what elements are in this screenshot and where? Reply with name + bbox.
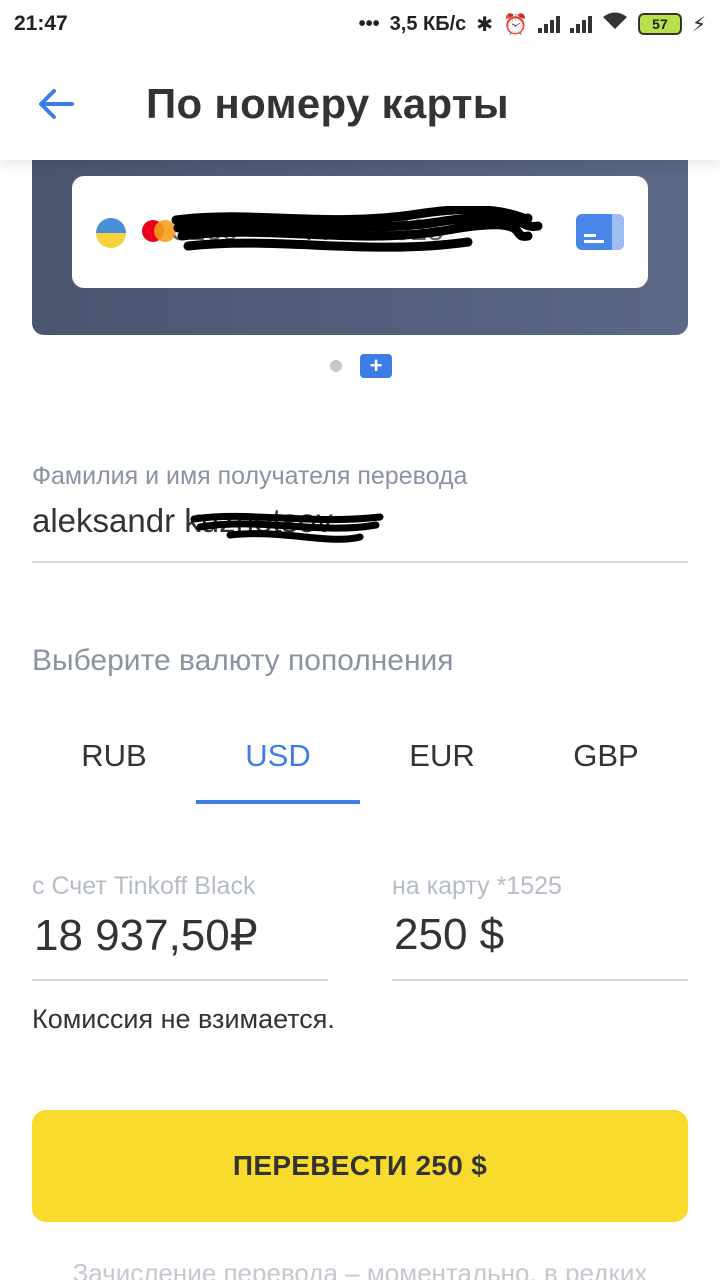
bluetooth-icon: ✱	[476, 13, 494, 36]
footnote-text: Зачисление перевода – моментально, в ред…	[72, 1258, 648, 1280]
alarm-icon: ⏰	[503, 13, 528, 36]
recipient-underline	[32, 561, 688, 563]
to-amount-input[interactable]: 250 $	[394, 910, 504, 960]
status-bar: 21:47 ••• 3,5 КБ/с ✱ ⏰ 57 ⚡	[0, 0, 720, 48]
tab-rub[interactable]: RUB	[32, 720, 196, 804]
back-arrow-icon[interactable]	[36, 84, 76, 124]
network-speed: 3,5 КБ/с	[389, 12, 467, 35]
tab-usd[interactable]: USD	[196, 720, 360, 804]
to-label: на карту *1525	[392, 872, 562, 900]
transfer-button[interactable]: ПЕРЕВЕСТИ 250 $	[32, 1110, 688, 1222]
ukraine-flag-icon	[96, 218, 126, 248]
redaction-scribble-2	[190, 512, 384, 543]
page-title: По номеру карты	[146, 80, 509, 127]
from-underline	[32, 979, 328, 981]
currency-tabs: RUB USD EUR GBP	[32, 720, 688, 804]
tab-gbp[interactable]: GBP	[524, 720, 688, 804]
app-header: По номеру карты	[0, 48, 720, 160]
currency-label: Выберите валюту пополнения	[32, 644, 454, 677]
add-card-button[interactable]: +	[360, 354, 392, 378]
wifi-icon	[602, 11, 628, 37]
status-time: 21:47	[14, 12, 68, 35]
charging-icon: ⚡	[691, 13, 706, 36]
signal-icon-2	[569, 15, 592, 33]
battery-icon: 57	[637, 13, 682, 35]
redaction-scribble	[171, 206, 543, 252]
more-dots-icon: •••	[358, 12, 380, 35]
tab-eur[interactable]: EUR	[360, 720, 524, 804]
pager-dot[interactable]	[330, 360, 342, 372]
commission-text: Комиссия не взимается.	[32, 1004, 335, 1034]
card-carousel[interactable]: 5169 **** 7720 1525	[32, 160, 688, 335]
recipient-label: Фамилия и имя получателя перевода	[32, 462, 468, 490]
from-label: с Счет Tinkoff Black	[32, 872, 256, 900]
from-amount-input[interactable]: 18 937,50₽	[34, 910, 258, 961]
card-item[interactable]: 5169 **** 7720 1525	[72, 176, 648, 288]
to-underline	[392, 979, 688, 981]
card-icon[interactable]	[576, 214, 624, 250]
signal-icon	[537, 15, 560, 33]
carousel-pager: +	[330, 354, 392, 378]
